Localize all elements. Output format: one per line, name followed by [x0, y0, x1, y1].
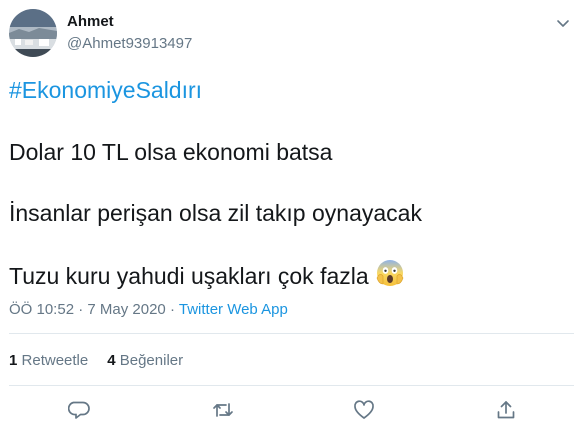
- avatar[interactable]: [9, 9, 57, 57]
- author-handle[interactable]: @Ahmet93913497: [67, 35, 192, 52]
- author-name[interactable]: Ahmet: [67, 13, 114, 30]
- likes-stat[interactable]: 4 Beğeniler: [107, 352, 183, 369]
- tweet-text-line: Dolar 10 TL olsa ekonomi batsa: [9, 139, 333, 165]
- tweet-date[interactable]: 7 May 2020: [87, 301, 165, 318]
- like-icon[interactable]: [352, 398, 376, 422]
- chevron-down-icon[interactable]: [555, 15, 571, 31]
- retweets-label: Retweetle: [21, 352, 89, 369]
- divider: [9, 333, 574, 334]
- meta-separator: ·: [78, 301, 84, 318]
- tweet-text-line-last: Tuzu kuru yahudi uşakları çok fazla: [9, 258, 405, 290]
- reply-icon[interactable]: [67, 398, 92, 422]
- screaming-face-emoji-icon: [375, 258, 405, 288]
- meta-separator: ·: [169, 301, 175, 318]
- retweet-icon[interactable]: [211, 398, 235, 422]
- tweet-text-line: İnsanlar perişan olsa zil takıp oynayaca…: [9, 200, 422, 226]
- share-icon[interactable]: [494, 398, 518, 422]
- tweet-meta: ÖÖ 10:52 · 7 May 2020 · Twitter Web App: [9, 301, 288, 318]
- retweets-stat[interactable]: 1 Retweetle: [9, 352, 88, 369]
- hashtag-link[interactable]: #EkonomiyeSaldırı: [9, 77, 202, 104]
- likes-count: 4: [107, 352, 116, 369]
- retweets-count: 1: [9, 352, 18, 369]
- tweet-header: Ahmet @Ahmet93913497: [0, 0, 582, 70]
- tweet-text: Tuzu kuru yahudi uşakları çok fazla: [9, 263, 369, 289]
- likes-label: Beğeniler: [119, 352, 184, 369]
- tweet-time[interactable]: ÖÖ 10:52: [9, 301, 74, 318]
- divider: [9, 385, 574, 386]
- tweet-source-link[interactable]: Twitter Web App: [179, 301, 288, 318]
- tweet-stats: 1 Retweetle 4 Beğeniler: [9, 352, 183, 369]
